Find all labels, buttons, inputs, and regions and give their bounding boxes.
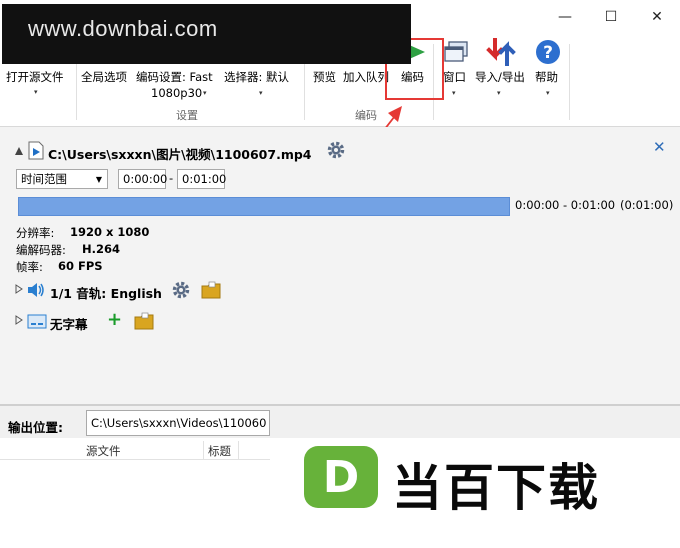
column-divider [238, 441, 239, 459]
resolution-label: 分辨率: [16, 226, 55, 240]
fps-label: 帧率: [16, 260, 43, 274]
close-button[interactable]: ✕ [634, 0, 680, 34]
gear-icon[interactable] [326, 140, 346, 160]
gear-icon[interactable] [171, 280, 191, 300]
window-menu-button[interactable]: 窗口 [443, 69, 466, 85]
minimize-button[interactable]: — [542, 0, 588, 34]
column-divider [203, 441, 204, 459]
duration-text: (0:01:00) [620, 198, 674, 212]
subtitle-icon [27, 314, 47, 329]
close-source-icon[interactable]: ✕ [653, 138, 666, 156]
encode-settings-button[interactable]: 编码设置: Fast [136, 69, 213, 85]
folder-icon[interactable] [201, 281, 221, 299]
range-type-value: 时间范围 [21, 172, 67, 186]
add-to-queue-button[interactable]: 加入队列 [343, 69, 389, 85]
codec-value: H.264 [82, 242, 120, 256]
chevron-down-icon: ▾ [546, 89, 550, 97]
group-label-settings: 设置 [176, 109, 198, 122]
codec-label: 编解码器: [16, 243, 66, 257]
expand-triangle-icon[interactable] [14, 146, 24, 156]
brand-logo-text: 当百下载 [392, 459, 600, 517]
range-separator: - [169, 171, 174, 185]
folder-icon[interactable] [134, 312, 154, 330]
subtitle-label: 无字幕 [50, 317, 88, 332]
svg-text:?: ? [543, 43, 553, 63]
fps-value: 60 FPS [58, 259, 103, 273]
range-text: 0:00:00 - 0:01:00 [515, 198, 616, 212]
range-type-select[interactable]: 时间范围 ▼ [16, 169, 108, 189]
video-file-icon [28, 141, 44, 160]
import-export-button[interactable]: 导入/导出 [475, 69, 525, 85]
add-subtitle-button[interactable]: + [107, 309, 122, 330]
chevron-down-icon: ▼ [95, 174, 102, 184]
import-export-icon [486, 38, 516, 66]
global-options-button[interactable]: 全局选项 [81, 69, 127, 85]
ribbon-divider [569, 44, 570, 120]
encode-settings-preset[interactable]: 1080p30 [151, 86, 202, 100]
chevron-down-icon: ▾ [34, 88, 38, 96]
help-button[interactable]: 帮助 [535, 69, 558, 85]
chevron-down-icon: ▾ [203, 89, 207, 97]
selector-button[interactable]: 选择器: 默认 [224, 69, 289, 85]
help-icon: ? [536, 40, 560, 64]
output-location-label: 输出位置: [8, 420, 63, 435]
expand-triangle-icon[interactable] [15, 284, 23, 294]
preview-button[interactable]: 预览 [313, 69, 336, 85]
watermark-text: www.downbai.com [28, 16, 218, 41]
output-path-field[interactable]: C:\Users\sxxxn\Videos\110060 [86, 410, 270, 436]
expand-triangle-icon[interactable] [15, 315, 23, 325]
chevron-down-icon: ▾ [259, 89, 263, 97]
source-path: C:\Users\sxxxn\图片\视频\1100607.mp4 [48, 147, 312, 162]
audio-track-label: 1/1 音轨: English [50, 286, 162, 301]
open-source-button[interactable]: 打开源文件 [6, 69, 64, 85]
column-header-title[interactable]: 标题 [208, 443, 231, 459]
maximize-button[interactable]: ☐ [588, 0, 634, 34]
range-timeline-bar[interactable] [18, 197, 510, 216]
speaker-icon [28, 283, 44, 297]
column-header-source[interactable]: 源文件 [86, 443, 121, 459]
brand-logo-icon: D [304, 446, 378, 508]
resolution-value: 1920 x 1080 [70, 225, 150, 239]
chevron-down-icon: ▾ [497, 89, 501, 97]
window-icon [444, 41, 468, 62]
start-time-field[interactable]: 0:00:00 [118, 169, 167, 189]
chevron-down-icon: ▾ [452, 89, 456, 97]
end-time-field[interactable]: 0:01:00 [177, 169, 226, 189]
